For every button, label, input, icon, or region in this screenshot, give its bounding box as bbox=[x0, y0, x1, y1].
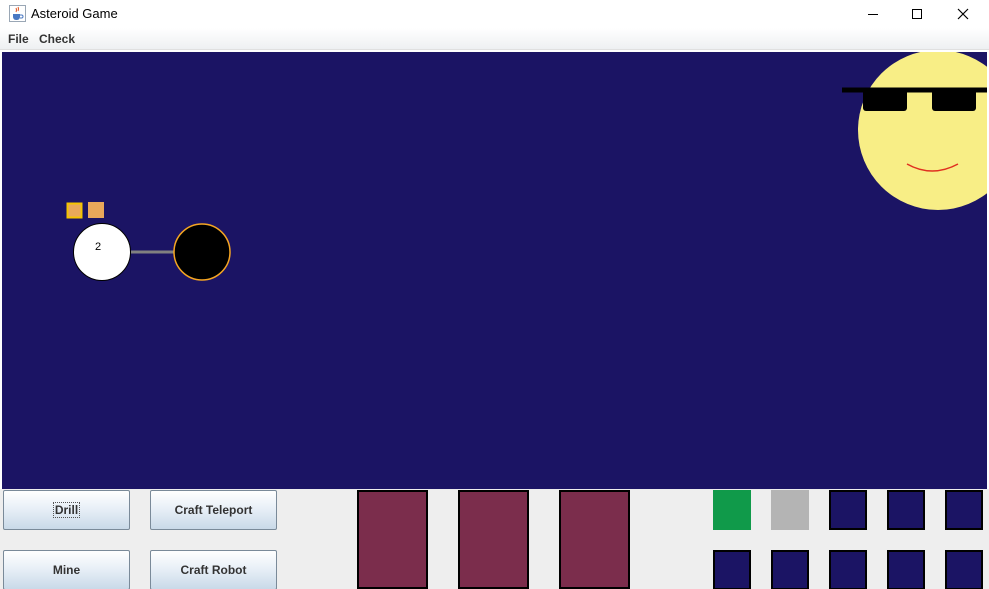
menu-bar: File Check bbox=[0, 28, 989, 50]
inventory-cell[interactable] bbox=[771, 550, 809, 589]
sun-face bbox=[858, 52, 987, 210]
menu-file[interactable]: File bbox=[8, 32, 29, 46]
inventory-cell[interactable] bbox=[713, 490, 751, 530]
inventory-cell[interactable] bbox=[829, 550, 867, 589]
drill-button[interactable]: Drill bbox=[3, 490, 130, 530]
minimize-button[interactable] bbox=[850, 0, 896, 28]
inventory-cell[interactable] bbox=[771, 490, 809, 530]
resource-slot-3[interactable] bbox=[559, 490, 630, 589]
sunglasses-right-lens bbox=[932, 88, 976, 111]
window-title: Asteroid Game bbox=[31, 6, 118, 21]
inventory-cell[interactable] bbox=[945, 490, 983, 530]
minimize-icon bbox=[868, 14, 878, 15]
asteroid[interactable] bbox=[73, 223, 131, 281]
black-asteroid[interactable] bbox=[173, 223, 231, 281]
marker-yellow[interactable] bbox=[66, 202, 83, 219]
sunglasses-left-lens bbox=[863, 88, 907, 111]
maximize-button[interactable] bbox=[894, 0, 940, 28]
craft-robot-button[interactable]: Craft Robot bbox=[150, 550, 277, 589]
drill-label: Drill bbox=[52, 502, 81, 518]
close-button[interactable] bbox=[940, 0, 986, 28]
craft-teleport-button[interactable]: Craft Teleport bbox=[150, 490, 277, 530]
marker-orange[interactable] bbox=[88, 202, 104, 218]
inventory-cell[interactable] bbox=[713, 550, 751, 589]
inventory-cell[interactable] bbox=[829, 490, 867, 530]
asteroid-label: 2 bbox=[95, 241, 101, 253]
close-icon bbox=[957, 8, 969, 20]
control-panel: Drill Craft Teleport Mine Craft Robot bbox=[0, 489, 989, 589]
maximize-icon bbox=[912, 9, 922, 19]
inventory-cell[interactable] bbox=[887, 490, 925, 530]
sun bbox=[842, 52, 987, 210]
resource-slot-1[interactable] bbox=[357, 490, 428, 589]
resource-slot-2[interactable] bbox=[458, 490, 529, 589]
mine-button[interactable]: Mine bbox=[3, 550, 130, 589]
game-canvas[interactable]: 2 bbox=[2, 52, 987, 489]
inventory-cell[interactable] bbox=[945, 550, 983, 589]
java-cup-icon bbox=[9, 5, 26, 22]
title-bar: Asteroid Game bbox=[0, 0, 989, 28]
menu-check[interactable]: Check bbox=[39, 32, 75, 46]
inventory-cell[interactable] bbox=[887, 550, 925, 589]
